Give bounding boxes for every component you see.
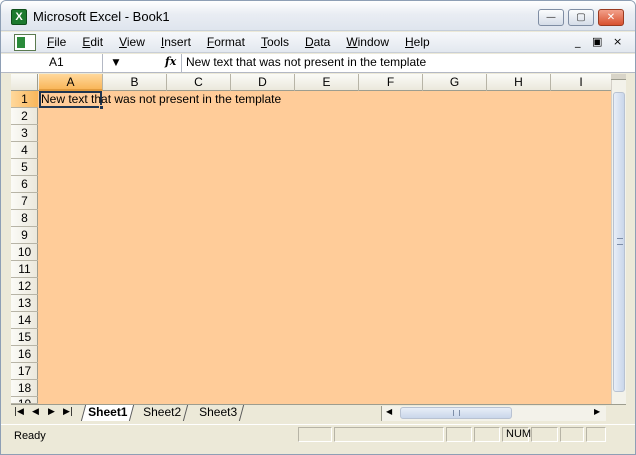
- maximize-button[interactable]: ▢: [568, 9, 594, 26]
- workbook-icon[interactable]: [14, 34, 36, 51]
- menu-data[interactable]: Data: [305, 35, 337, 49]
- doc-restore-button[interactable]: ▣: [592, 35, 602, 48]
- row-header-10[interactable]: 10: [11, 244, 38, 261]
- row-header-12[interactable]: 12: [11, 278, 38, 295]
- first-sheet-icon[interactable]: |◀: [14, 407, 24, 417]
- row-header-6[interactable]: 6: [11, 176, 38, 193]
- status-pane: [446, 427, 472, 442]
- status-bar: Ready NUM: [1, 424, 635, 454]
- worksheet-grid[interactable]: A B C D E F G H I 1 2 3 4 5 6 7 8 9 10 1…: [11, 74, 611, 404]
- column-header-c[interactable]: C: [167, 74, 231, 91]
- row-header-11[interactable]: 11: [11, 261, 38, 278]
- grip-icon: [453, 410, 460, 416]
- close-button[interactable]: ✕: [598, 9, 624, 26]
- scroll-left-icon[interactable]: ◀: [386, 407, 392, 416]
- row-header-9[interactable]: 9: [11, 227, 38, 244]
- doc-minimize-button[interactable]: _: [575, 35, 581, 48]
- menu-insert[interactable]: Insert: [161, 35, 198, 49]
- menu-window[interactable]: Window: [346, 35, 396, 49]
- row-header-13[interactable]: 13: [11, 295, 38, 312]
- menu-view[interactable]: View: [119, 35, 152, 49]
- row-header-7[interactable]: 7: [11, 193, 38, 210]
- horizontal-scrollbar[interactable]: ◀ ▶: [381, 406, 606, 421]
- row-header-18[interactable]: 18: [11, 380, 38, 397]
- select-all-corner[interactable]: [11, 74, 38, 91]
- menu-bar: File Edit View Insert Format Tools Data …: [1, 32, 635, 53]
- column-header-d[interactable]: D: [231, 74, 295, 91]
- num-lock-indicator: NUM: [502, 427, 531, 442]
- scroll-right-icon[interactable]: ▶: [594, 407, 600, 416]
- horizontal-scroll-thumb[interactable]: [400, 407, 512, 419]
- name-box-dropdown-icon[interactable]: ▼: [105, 54, 127, 72]
- row-header-4[interactable]: 4: [11, 142, 38, 159]
- row-header-15[interactable]: 15: [11, 329, 38, 346]
- row-header-1[interactable]: 1: [11, 91, 38, 108]
- excel-icon[interactable]: X: [11, 9, 27, 25]
- menu-tools[interactable]: Tools: [261, 35, 296, 49]
- fill-handle[interactable]: [99, 105, 104, 110]
- status-pane: [531, 427, 558, 442]
- menu-items: File Edit View Insert Format Tools Data …: [47, 35, 446, 49]
- status-pane: [298, 427, 332, 442]
- window-title: Microsoft Excel - Book1: [33, 9, 170, 24]
- doc-close-button[interactable]: ×: [613, 35, 622, 48]
- status-pane: [560, 427, 584, 442]
- last-sheet-icon[interactable]: ▶|: [63, 407, 73, 417]
- row-header-8[interactable]: 8: [11, 210, 38, 227]
- minimize-button[interactable]: —: [538, 9, 564, 26]
- menu-format[interactable]: Format: [207, 35, 252, 49]
- sheet-tab-label: Sheet1: [88, 405, 128, 419]
- next-sheet-icon[interactable]: ▶: [48, 407, 55, 417]
- row-header-5[interactable]: 5: [11, 159, 38, 176]
- row-header-3[interactable]: 3: [11, 125, 38, 142]
- sheet-tab-sheet3[interactable]: Sheet3: [192, 405, 245, 421]
- status-text: Ready: [14, 430, 46, 442]
- vertical-split-box[interactable]: [611, 74, 626, 80]
- sheet-tab-sheet2[interactable]: Sheet2: [136, 405, 189, 421]
- prev-sheet-icon[interactable]: ◀: [32, 407, 39, 417]
- column-header-i[interactable]: I: [551, 74, 611, 91]
- excel-window: X Microsoft Excel - Book1 — ▢ ✕ File Edi…: [0, 0, 636, 455]
- row-headers: 1 2 3 4 5 6 7 8 9 10 11 12 13 14 15 16 1…: [11, 91, 38, 404]
- row-header-19[interactable]: 19: [11, 397, 38, 404]
- row-header-2[interactable]: 2: [11, 108, 38, 125]
- status-pane: [586, 427, 606, 442]
- column-headers: A B C D E F G H I: [11, 74, 611, 91]
- sheet-tab-bar: |◀ ◀ ▶ ▶| Sheet1 Sheet2 Sheet3 ◀ ▶: [11, 404, 626, 421]
- cell-area[interactable]: New text that was not present in the tem…: [39, 91, 611, 404]
- column-header-h[interactable]: H: [487, 74, 551, 91]
- sheet-tab-label: Sheet2: [143, 405, 182, 419]
- sheet-tab-label: Sheet3: [199, 405, 238, 419]
- insert-function-icon[interactable]: fx: [165, 55, 176, 68]
- column-header-b[interactable]: B: [103, 74, 167, 91]
- sheet-tab-sheet1[interactable]: Sheet1: [80, 405, 135, 421]
- menu-file[interactable]: File: [47, 35, 73, 49]
- name-box[interactable]: A1: [11, 54, 103, 72]
- formula-bar: A1 ▼ fx New text that was not present in…: [1, 54, 635, 73]
- formula-input[interactable]: New text that was not present in the tem…: [181, 54, 631, 72]
- vertical-scroll-thumb[interactable]: [613, 92, 625, 392]
- column-header-a[interactable]: A: [39, 74, 103, 91]
- status-pane: [334, 427, 444, 442]
- status-pane: [474, 427, 500, 442]
- menu-edit[interactable]: Edit: [82, 35, 110, 49]
- column-header-e[interactable]: E: [295, 74, 359, 91]
- row-header-17[interactable]: 17: [11, 363, 38, 380]
- cell-a1-content: New text that was not present in the tem…: [41, 92, 282, 106]
- column-header-f[interactable]: F: [359, 74, 423, 91]
- title-bar[interactable]: X Microsoft Excel - Book1 — ▢ ✕: [1, 1, 635, 31]
- row-header-16[interactable]: 16: [11, 346, 38, 363]
- grip-icon: [617, 238, 623, 245]
- column-header-g[interactable]: G: [423, 74, 487, 91]
- row-header-14[interactable]: 14: [11, 312, 38, 329]
- menu-help[interactable]: Help: [405, 35, 437, 49]
- vertical-scrollbar[interactable]: [611, 74, 626, 404]
